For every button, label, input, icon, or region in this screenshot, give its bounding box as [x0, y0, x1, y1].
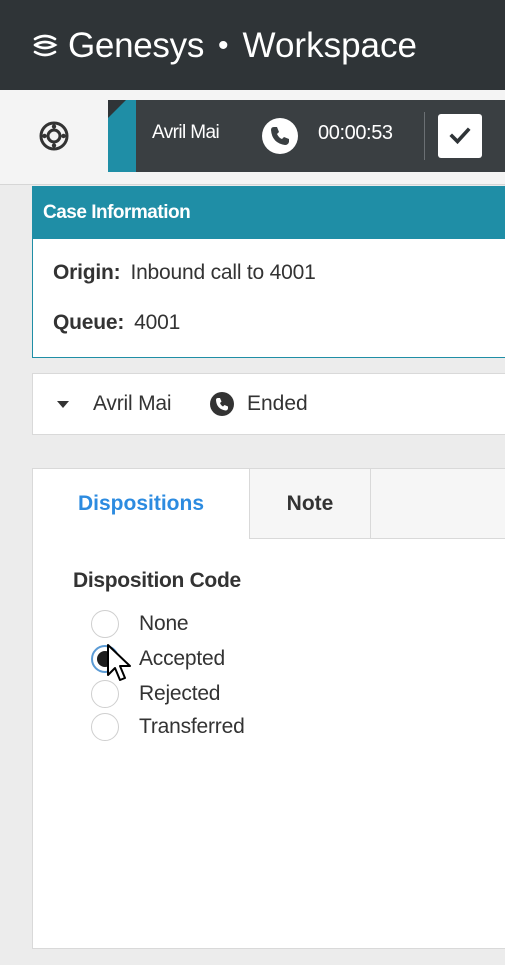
tab-note[interactable]: Note — [249, 469, 371, 539]
case-queue-row: Queue: 4001 — [53, 311, 180, 335]
origin-value: Inbound call to 4001 — [130, 261, 316, 284]
case-information-panel: Case Information Origin: Inbound call to … — [32, 186, 505, 358]
party-row: Avril Mai Ended — [32, 373, 505, 435]
caret-down-icon[interactable] — [55, 396, 71, 412]
disposition-option-label: None — [139, 612, 189, 635]
interaction-toolbar: Avril Mai 00:00:53 — [0, 90, 505, 185]
case-information-title: Case Information — [33, 187, 505, 239]
tab-strip: Dispositions Note — [33, 469, 505, 540]
disposition-option-accepted[interactable]: Accepted — [91, 644, 225, 674]
radio-dot — [97, 651, 113, 667]
radio-button[interactable] — [91, 713, 119, 741]
disposition-option-label: Transferred — [139, 715, 245, 738]
party-name: Avril Mai — [93, 392, 172, 415]
case-origin-row: Origin: Inbound call to 4001 — [53, 261, 316, 285]
call-accent-corner — [108, 100, 126, 118]
dispositions-panel: Dispositions Note Disposition Code None … — [32, 468, 505, 949]
origin-label: Origin: — [53, 261, 121, 284]
genesys-logo-icon — [33, 34, 58, 57]
call-divider — [424, 112, 425, 160]
active-call-bar[interactable]: Avril Mai 00:00:53 — [108, 100, 505, 172]
disposition-code-title: Disposition Code — [73, 569, 241, 592]
radio-button[interactable] — [91, 610, 119, 638]
phone-icon — [262, 118, 298, 154]
disposition-option-rejected[interactable]: Rejected — [91, 679, 220, 709]
brand: Genesys • Workspace — [30, 22, 417, 70]
queue-value: 4001 — [134, 311, 181, 334]
disposition-option-label: Rejected — [139, 682, 221, 705]
disposition-option-transferred[interactable]: Transferred — [91, 712, 245, 742]
brand-separator: • — [218, 29, 229, 62]
check-icon — [449, 127, 471, 145]
tab-dispositions[interactable]: Dispositions — [33, 469, 249, 539]
mark-done-button[interactable] — [438, 114, 482, 158]
disposition-option-label: Accepted — [139, 647, 225, 670]
lifebuoy-icon — [39, 121, 69, 151]
radio-button-selected[interactable] — [91, 645, 119, 673]
radio-button[interactable] — [91, 680, 119, 708]
brand-name: Genesys — [68, 26, 205, 65]
app-header: Genesys • Workspace — [0, 0, 505, 90]
tab-strip-filler — [371, 469, 505, 539]
workspace-window: Genesys • Workspace Avril Mai 00:00:53 C… — [0, 0, 505, 965]
support-button[interactable] — [36, 118, 72, 154]
queue-label: Queue: — [53, 311, 125, 334]
product-name: Workspace — [242, 26, 417, 65]
party-status: Ended — [247, 392, 308, 415]
phone-ended-icon — [210, 392, 234, 416]
call-timer: 00:00:53 — [318, 122, 393, 144]
disposition-option-none[interactable]: None — [91, 609, 189, 639]
call-contact-name[interactable]: Avril Mai — [152, 122, 220, 144]
